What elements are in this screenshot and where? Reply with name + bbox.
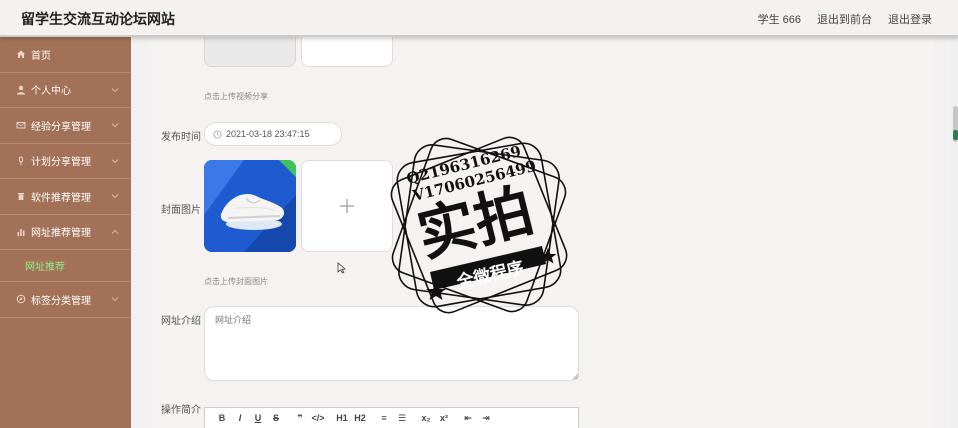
sidebar-item-home[interactable]: 首页 [0,37,131,73]
cover-label: 封面图片 [161,205,201,216]
strike-button[interactable]: S [267,409,285,427]
sidebar-item-label: 首页 [31,50,51,62]
bullet-list-button[interactable]: ☰ [393,409,411,427]
sidebar-item-software[interactable]: 软件推荐管理 [0,179,131,215]
italic-button[interactable]: I [231,409,249,427]
chevron-down-icon [111,295,119,303]
home-icon [16,49,26,59]
sidebar-item-plan[interactable]: 计划分享管理 [0,144,131,179]
blockquote-button[interactable]: ❞ [291,409,309,427]
resize-handle-icon[interactable] [572,373,579,380]
trash-icon [16,191,26,201]
publish-time-label: 发布时间 [161,132,201,143]
header-actions: 学生 666 退出到前台 退出登录 [758,11,932,27]
sidebar-item-label: 标签分类管理 [31,295,91,307]
sidebar-item-label: 软件推荐管理 [31,192,91,204]
code-block-button[interactable]: </> [309,409,327,427]
logout-link[interactable]: 退出登录 [888,11,932,27]
sidebar-item-label: 网址推荐管理 [31,228,91,240]
publish-time-input[interactable]: 2021-03-18 23:47:15 [204,122,342,146]
chevron-down-icon [111,192,119,200]
chart-icon [16,227,26,237]
scrollbar-marker [953,130,958,140]
cover-upload-tip: 点击上传封面图片 [204,277,268,286]
user-label: 学生 666 [757,14,801,26]
sidebar-subitem-website-recommend[interactable]: 网址推荐 [0,250,131,282]
sidebar-item-label: 经验分享管理 [31,121,91,133]
back-to-front-link[interactable]: 退出到前台 [817,11,872,27]
op-intro-label: 操作简介 [161,405,201,416]
url-intro-label: 网址介绍 [161,316,201,327]
sidebar-item-website[interactable]: 网址推荐管理 [0,215,131,250]
ordered-list-button[interactable]: ≡ [375,409,393,427]
subscript-button[interactable]: x₂ [417,409,435,427]
top-header: 留学生交流互动论坛网站 学生 666 退出到前台 退出登录 [0,0,958,37]
chevron-down-icon [111,121,119,129]
underline-button[interactable]: U [249,409,267,427]
mail-icon [16,120,26,130]
sidebar-item-tags[interactable]: 标签分类管理 [0,282,131,318]
clock-icon [213,129,222,139]
sidebar-item-personal[interactable]: 个人中心 [0,73,131,108]
indent-button[interactable]: ⇥ [477,409,495,427]
site-title: 留学生交流互动论坛网站 [21,11,175,27]
sidebar: 首页 个人中心 经验分享管理 计划分享管理 软件推荐管理 网址推荐管理 网址推荐… [0,37,131,428]
superscript-button[interactable]: x² [435,409,453,427]
mouse-cursor-icon [337,262,346,274]
chevron-down-icon [111,86,119,94]
bold-button[interactable]: B [213,409,231,427]
pin-icon [16,156,26,166]
heading1-button[interactable]: H1 [333,409,351,427]
sidebar-item-label: 个人中心 [31,86,71,98]
plus-icon [338,197,356,215]
sidebar-item-label: 计划分享管理 [31,157,91,169]
user-icon [16,85,26,95]
chevron-down-icon [111,157,119,165]
video-upload-tip: 点击上传视频分享 [204,92,268,101]
sidebar-item-experience[interactable]: 经验分享管理 [0,108,131,144]
publish-time-value: 2021-03-18 23:47:15 [226,129,310,139]
shoe-image [204,160,296,252]
chevron-up-icon [111,228,119,236]
cover-thumbnail[interactable] [204,160,296,252]
page-scrollbar[interactable] [951,37,958,428]
outdent-button[interactable]: ⇤ [459,409,477,427]
compass-icon [16,294,26,304]
watermark-stamp: Q2196316269 V17060256499 实拍 全微程序 [378,124,580,326]
heading2-button[interactable]: H2 [351,409,369,427]
rich-editor-toolbar: B I U S ❞ </> H1 H2 ≡ ☰ x₂ x² ⇤ ⇥ [204,407,579,428]
